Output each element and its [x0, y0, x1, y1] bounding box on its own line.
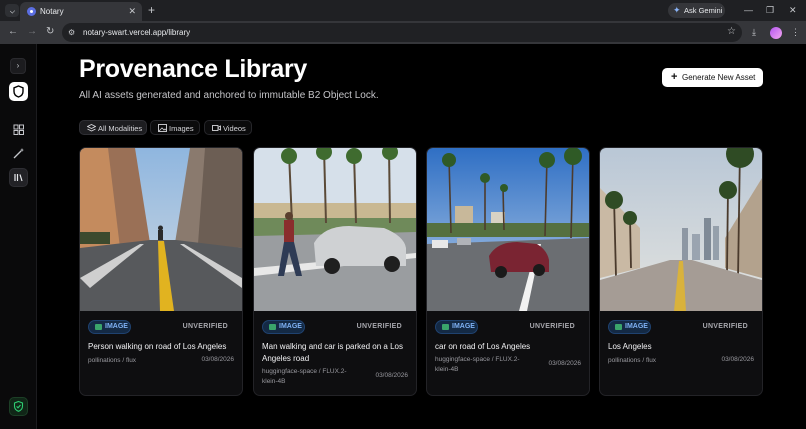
restore-button[interactable]: ❐ — [766, 3, 774, 17]
asset-title: car on road of Los Angeles — [435, 342, 531, 351]
page-title: Provenance Library — [79, 55, 308, 83]
filter-label: Images — [169, 124, 194, 133]
magic-wand-icon — [13, 148, 24, 159]
filter-label: All Modalities — [98, 124, 143, 133]
asset-card[interactable]: IMAGE UNVERIFIED car on road of Los Ange… — [426, 147, 590, 396]
generate-button-label: Generate New Asset — [682, 73, 756, 82]
verified-shield-icon — [13, 400, 24, 412]
status-badge: UNVERIFIED — [182, 323, 228, 330]
ask-gemini-label: Ask Gemini — [684, 6, 723, 15]
asset-card[interactable]: IMAGE UNVERIFIED Man walking and car is … — [253, 147, 417, 396]
status-badge: UNVERIFIED — [529, 323, 575, 330]
gemini-sparkle-icon: ✦ — [673, 5, 681, 15]
site-info-icon[interactable]: ⚙ — [68, 26, 75, 39]
filter-label: Videos — [223, 124, 246, 133]
tab-close-icon[interactable]: ✕ — [128, 5, 136, 17]
asset-card[interactable]: IMAGE UNVERIFIED Los Angeles pollination… — [599, 147, 763, 396]
asset-title: Los Angeles — [608, 342, 652, 351]
image-icon — [615, 324, 622, 330]
plus-icon: + — [671, 71, 678, 83]
notary-favicon-icon — [27, 7, 36, 16]
ask-gemini-button[interactable]: ✦ Ask Gemini — [668, 3, 725, 18]
page-subtitle: All AI assets generated and anchored to … — [79, 90, 379, 101]
badge-label: IMAGE — [452, 323, 475, 330]
asset-source: pollinations / flux — [88, 357, 137, 364]
url-text[interactable]: notary-swart.vercel.app/library — [83, 28, 190, 37]
asset-title: Man walking and car is parked on a Los A… — [262, 342, 403, 363]
image-icon — [158, 124, 167, 132]
generate-new-asset-button[interactable]: + Generate New Asset — [662, 68, 763, 87]
asset-date: 03/08/2026 — [201, 356, 234, 363]
asset-date: 03/08/2026 — [548, 360, 581, 367]
type-badge: IMAGE — [608, 320, 651, 334]
video-icon — [212, 125, 221, 131]
sidebar-item-generate[interactable] — [9, 144, 28, 163]
status-badge: UNVERIFIED — [356, 323, 402, 330]
new-tab-button[interactable]: + — [148, 3, 155, 17]
image-icon — [269, 324, 276, 330]
close-window-button[interactable]: ✕ — [789, 3, 797, 17]
app-sidebar: › — [0, 44, 37, 429]
type-badge: IMAGE — [88, 320, 131, 334]
asset-source: pollinations / flux — [608, 357, 657, 364]
badge-label: IMAGE — [105, 323, 128, 330]
sidebar-expand-button[interactable]: › — [10, 58, 26, 74]
asset-title: Person walking on road of Los Angeles — [88, 342, 227, 351]
filter-videos[interactable]: Videos — [204, 120, 252, 135]
status-badge: UNVERIFIED — [702, 323, 748, 330]
browser-tab-bar: Notary ✕ + ✦ Ask Gemini — ❐ ✕ — [0, 0, 806, 21]
asset-thumbnail[interactable] — [427, 148, 589, 311]
asset-date: 03/08/2026 — [375, 372, 408, 379]
image-icon — [95, 324, 102, 330]
bookmark-star-icon[interactable]: ☆ — [727, 25, 736, 39]
type-badge: IMAGE — [435, 320, 478, 334]
tab-title: Notary — [40, 7, 64, 16]
reload-icon[interactable]: ↻ — [46, 25, 54, 39]
download-icon[interactable]: ⤓ — [752, 25, 756, 39]
asset-thumbnail[interactable] — [254, 148, 416, 311]
asset-date: 03/08/2026 — [721, 356, 754, 363]
asset-thumbnail[interactable] — [600, 148, 762, 311]
filter-images[interactable]: Images — [150, 120, 200, 135]
forward-icon[interactable]: → — [27, 25, 37, 39]
tab-search-icon[interactable] — [5, 4, 19, 17]
image-icon — [442, 324, 449, 330]
browser-toolbar: ← → ↻ ⚙ notary-swart.vercel.app/library … — [0, 21, 806, 44]
badge-label: IMAGE — [279, 323, 302, 330]
browser-tab[interactable]: Notary ✕ — [20, 2, 142, 21]
asset-card[interactable]: IMAGE UNVERIFIED Person walking on road … — [79, 147, 243, 396]
badge-label: IMAGE — [625, 323, 648, 330]
menu-icon[interactable]: ⋮ — [791, 25, 800, 39]
library-icon — [14, 174, 23, 182]
asset-source: huggingface-space / FLUX.2-klein-4B — [262, 368, 347, 385]
filter-all-modalities[interactable]: All Modalities — [79, 120, 147, 135]
sidebar-item-library[interactable] — [9, 168, 28, 187]
sidebar-item-dashboard[interactable] — [9, 120, 28, 139]
layers-icon — [87, 124, 96, 132]
back-icon[interactable]: ← — [8, 25, 18, 39]
asset-source: huggingface-space / FLUX.2-klein-4B — [435, 356, 520, 373]
profile-avatar[interactable] — [770, 27, 782, 39]
sidebar-item-verified[interactable] — [9, 397, 28, 416]
dashboard-grid-icon — [13, 124, 24, 135]
address-bar[interactable]: ⚙ notary-swart.vercel.app/library ☆ — [62, 23, 742, 42]
minimize-button[interactable]: — — [744, 3, 753, 17]
shield-logo-icon[interactable] — [9, 82, 28, 101]
type-badge: IMAGE — [262, 320, 305, 334]
asset-thumbnail[interactable] — [80, 148, 242, 311]
